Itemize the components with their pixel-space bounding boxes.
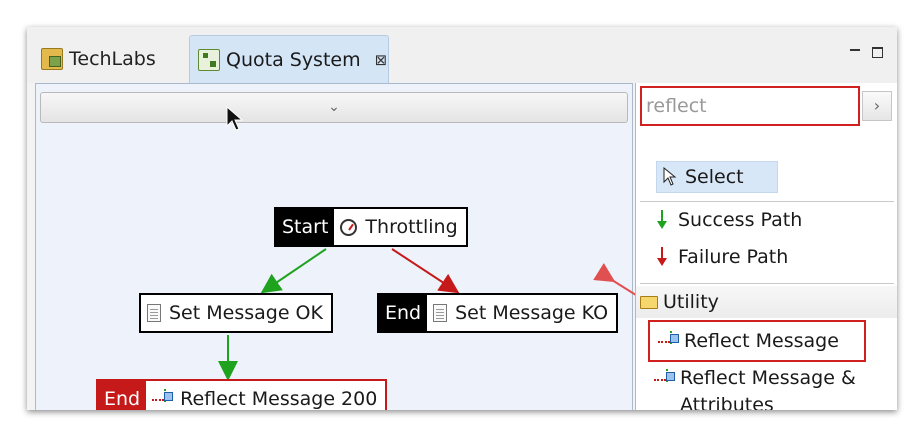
palette-success-path[interactable]: Success Path: [656, 209, 802, 231]
drawer-label: Utility: [663, 291, 719, 313]
palette-select-tool[interactable]: Select: [656, 161, 778, 193]
reflect-message-icon: [654, 369, 675, 389]
divider: [640, 283, 894, 284]
palette-search-box[interactable]: [640, 86, 860, 126]
success-arrow-icon: [656, 210, 668, 230]
palette-reflect-message[interactable]: Reflect Message: [648, 320, 866, 362]
folder-open-icon: [640, 295, 658, 309]
palette-reflect-message-attributes[interactable]: Reflect Message & Attributes: [654, 365, 880, 410]
select-arrow-icon: [663, 167, 677, 186]
reflect-message-icon: [658, 331, 679, 351]
palette-panel: › Select Success Path Failure Path Utili…: [635, 83, 897, 410]
chevron-right-icon[interactable]: ›: [862, 91, 892, 121]
policy-studio-window: TechLabs Quota System ⊠ ⌄ Start Throttli…: [27, 27, 897, 410]
palette-failure-path[interactable]: Failure Path: [656, 246, 788, 268]
palette-item-label: Select: [685, 166, 744, 188]
palette-item-label: Failure Path: [678, 246, 789, 268]
search-input[interactable]: [646, 95, 846, 117]
palette-item-label: Reflect Message: [684, 330, 839, 352]
palette-drawer-utility[interactable]: Utility: [636, 286, 897, 318]
palette-item-label: Success Path: [678, 209, 803, 231]
failure-arrow-icon: [656, 247, 668, 267]
palette-item-label: Reflect Message & Attributes: [680, 367, 856, 410]
divider: [640, 201, 894, 202]
